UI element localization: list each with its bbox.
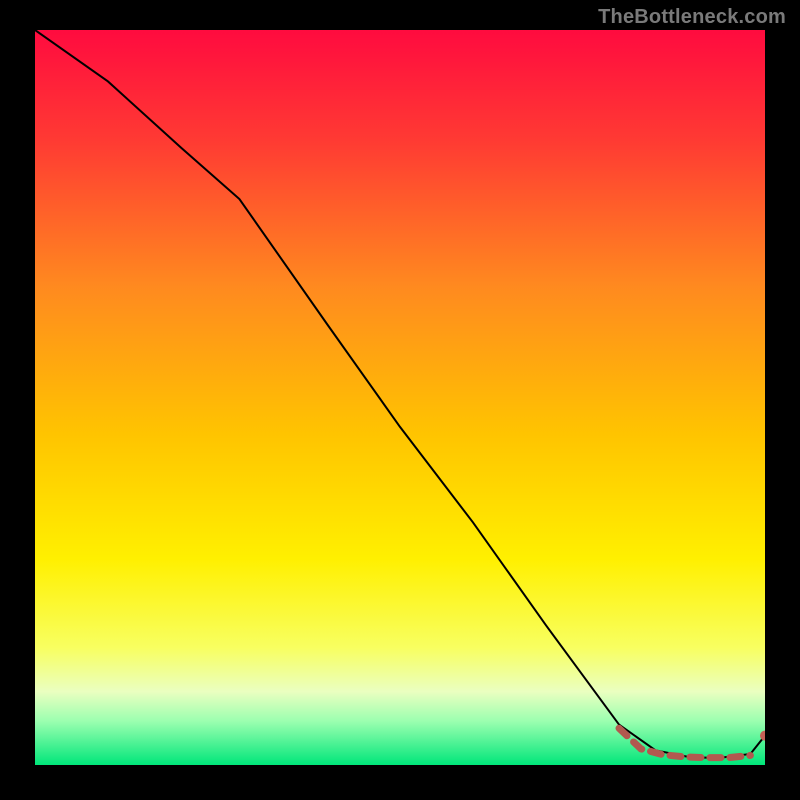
- chart-svg: [35, 30, 765, 765]
- gradient-background: [35, 30, 765, 765]
- plot-area: [35, 30, 765, 765]
- attribution-label: TheBottleneck.com: [598, 6, 786, 29]
- chart-container: TheBottleneck.com: [0, 0, 800, 800]
